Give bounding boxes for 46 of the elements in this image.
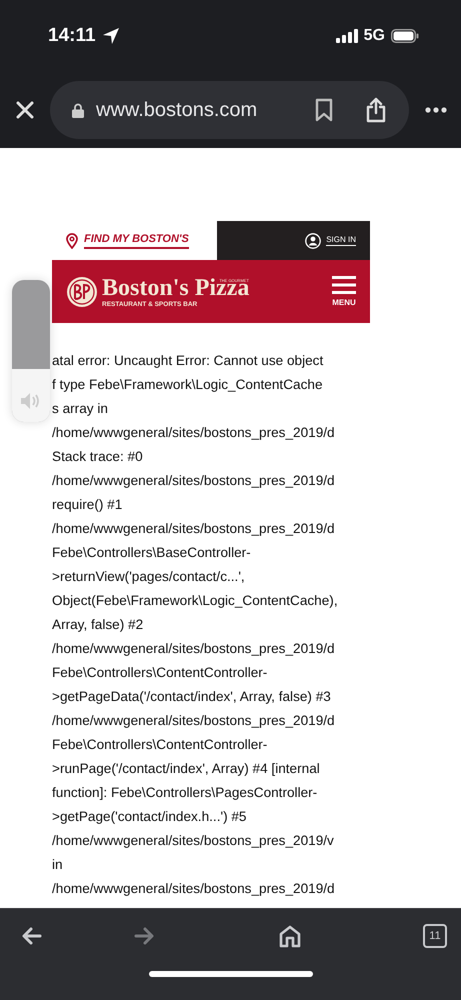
error-text: Febe\Controllers\ContentController-: [52, 736, 268, 754]
address-bar[interactable]: www.bostons.com: [50, 81, 409, 139]
error-text: require() #1: [52, 496, 124, 514]
error-text: Array, false) #2: [52, 616, 144, 634]
lock-icon: [72, 102, 84, 118]
home-icon[interactable]: [278, 924, 302, 948]
error-text: Stack trace: #0: [52, 448, 144, 466]
error-text: >getPage('contact/index.h...') #5: [52, 808, 248, 826]
error-text: >getPageData('/contact/index', Array, false) #3: [52, 688, 332, 706]
find-location-link[interactable]: FIND MY BOSTON'S: [52, 221, 217, 260]
share-icon[interactable]: [365, 97, 387, 123]
menu-icon: [332, 276, 356, 294]
error-text: /home/wwwgeneral/sites/bostons_pres_2019/d: [52, 712, 336, 730]
error-text: atal error: Uncaught Error: Cannot use object: [52, 352, 324, 370]
close-icon[interactable]: [16, 101, 34, 119]
error-text: /home/wwwgeneral/sites/bostons_pres_2019/d: [52, 520, 336, 538]
clock-time: 14:11: [48, 25, 96, 47]
sign-in-link[interactable]: SIGN IN: [305, 232, 356, 248]
more-icon[interactable]: [425, 107, 447, 113]
error-text: Febe\Controllers\BaseController-: [52, 544, 252, 562]
user-icon: [305, 232, 322, 248]
error-text: /home/wwwgeneral/sites/bostons_pres_2019/d: [52, 640, 336, 658]
bookmark-icon[interactable]: [315, 98, 333, 122]
error-text: in: [52, 856, 64, 874]
error-text: >returnView('pages/contact/c...',: [52, 568, 246, 586]
error-text: Febe\Controllers\ContentController-: [52, 664, 268, 682]
error-text: /home/wwwgeneral/sites/bostons_pres_2019/d: [52, 424, 336, 442]
menu-button[interactable]: MENU: [332, 276, 356, 307]
battery-icon: [391, 29, 419, 43]
error-text: >runPage('/contact/index', Array) #4 [internal: [52, 760, 321, 778]
error-text: /home/wwwgeneral/sites/bostons_pres_2019/v: [52, 832, 335, 850]
network-label: 5G: [364, 27, 385, 45]
speaker-icon: [20, 392, 42, 410]
volume-slider[interactable]: [12, 280, 50, 422]
error-text: function]: Febe\Controllers\PagesController-: [52, 784, 318, 802]
error-text: /home/wwwgeneral/sites/bostons_pres_2019/d: [52, 472, 336, 490]
url-text: www.bostons.com: [96, 98, 258, 122]
error-text: Object(Febe\Framework\Logic_ContentCache),: [52, 592, 339, 610]
error-text: /home/wwwgeneral/sites/bostons_pres_2019/d: [52, 880, 336, 898]
location-arrow-icon: [102, 27, 120, 45]
tab-count-button[interactable]: 11: [422, 924, 447, 948]
signal-icon: [336, 29, 358, 43]
monogram-icon: [66, 276, 98, 308]
error-text: f type Febe\Framework\Logic_ContentCache: [52, 376, 324, 394]
error-text: s array in: [52, 400, 109, 418]
map-pin-icon: [66, 232, 78, 248]
